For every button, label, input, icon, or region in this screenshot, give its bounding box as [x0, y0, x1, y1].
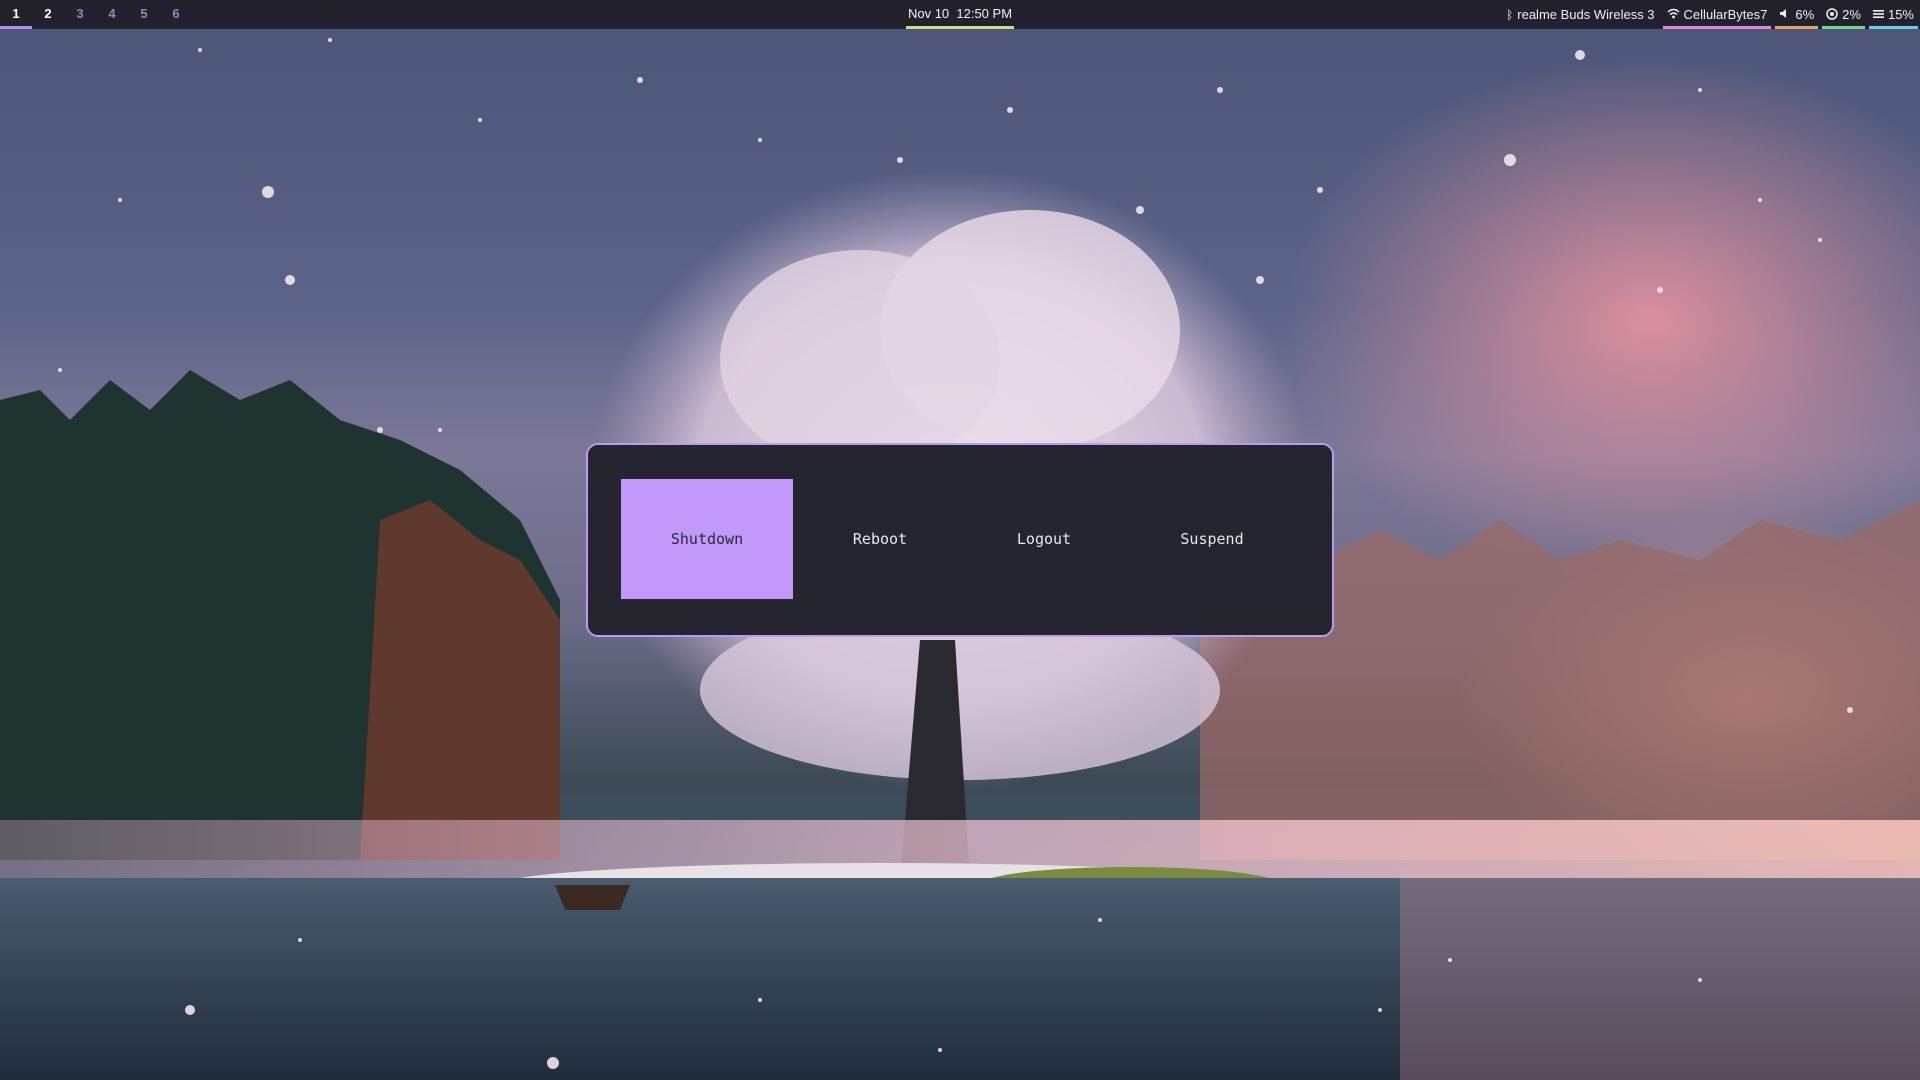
bluetooth-device-label: realme Buds Wireless 3: [1517, 7, 1655, 22]
status-modules: ᛒ realme Buds Wireless 3 CellularBytes7 …: [1500, 0, 1920, 29]
memory-icon: [1872, 9, 1884, 21]
cpu-usage: 2%: [1842, 7, 1861, 22]
cpu-module[interactable]: 2%: [1820, 0, 1867, 29]
workspace-1[interactable]: 1: [0, 0, 32, 29]
top-status-bar: 1 2 3 4 5 6 Nov 10 12:50 PM ᛒ realme Bud…: [0, 0, 1920, 29]
memory-usage: 15%: [1887, 7, 1914, 22]
power-menu-dialog: Shutdown Reboot Logout Suspend: [586, 443, 1334, 637]
workspace-switcher: 1 2 3 4 5 6: [0, 0, 192, 29]
bluetooth-icon: ᛒ: [1506, 7, 1514, 22]
wifi-icon: [1667, 8, 1680, 21]
logout-button[interactable]: Logout: [964, 479, 1124, 599]
workspace-3[interactable]: 3: [64, 0, 96, 29]
suspend-button[interactable]: Suspend: [1132, 479, 1292, 599]
reboot-button[interactable]: Reboot: [800, 479, 960, 599]
wifi-module[interactable]: CellularBytes7: [1661, 0, 1774, 29]
clock[interactable]: Nov 10 12:50 PM: [906, 0, 1014, 29]
volume-level: 6%: [1795, 7, 1815, 22]
workspace-6[interactable]: 6: [160, 0, 192, 29]
speaker-icon: [1779, 8, 1791, 21]
workspace-5[interactable]: 5: [128, 0, 160, 29]
workspace-4[interactable]: 4: [96, 0, 128, 29]
wifi-network-label: CellularBytes7: [1683, 7, 1768, 22]
workspace-2[interactable]: 2: [32, 0, 64, 29]
memory-module[interactable]: 15%: [1867, 0, 1920, 29]
shutdown-button[interactable]: Shutdown: [621, 479, 793, 599]
cpu-icon: [1826, 7, 1838, 22]
bluetooth-module[interactable]: ᛒ realme Buds Wireless 3: [1500, 0, 1660, 29]
volume-module[interactable]: 6%: [1773, 0, 1820, 29]
